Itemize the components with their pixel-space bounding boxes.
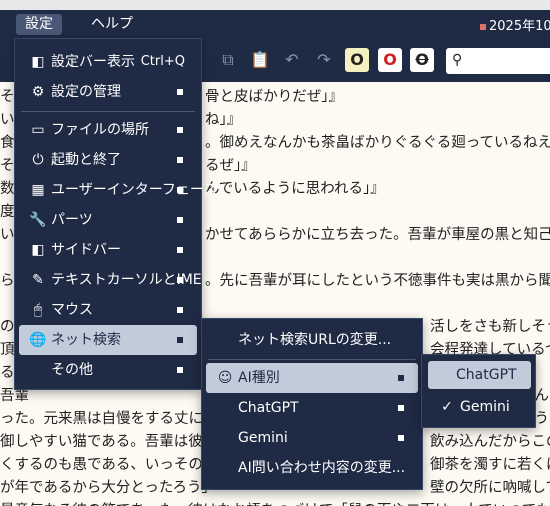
menu-item-label: その他	[51, 362, 93, 378]
menu-item-icon: 🌐	[29, 332, 47, 348]
menu-item-label: パーツ	[51, 212, 93, 228]
menu-item-label: Gemini	[238, 430, 288, 446]
status-dot	[480, 23, 486, 30]
submenu-arrow-icon	[177, 307, 183, 313]
submenu-arrow-icon	[398, 375, 404, 381]
menu-item-label: ChatGPT	[456, 367, 517, 383]
text-line: 。先に吾輩が耳にしたという不徳事件も実は黒から聞い	[205, 273, 550, 289]
submenu-arrow-icon	[177, 247, 183, 253]
copy-icon[interactable]: ⧉	[218, 50, 238, 70]
menu-item-label: ChatGPT	[238, 400, 299, 416]
o-yellow-button[interactable]: O	[345, 48, 369, 72]
menu-item-label: マウス	[51, 302, 93, 318]
menu-help[interactable]: ヘルプ	[82, 14, 142, 35]
check-icon: ✓	[441, 399, 453, 415]
menu-item-label: ファイルの場所	[51, 122, 149, 138]
net-search-menu-item[interactable]: ネット検索URLの変更...	[206, 325, 418, 355]
settings-menu-item[interactable]: ▦ ユーザーインターフェース	[19, 175, 217, 205]
ai-type-menu-item[interactable]: ChatGPT	[428, 361, 531, 389]
settings-menu-item[interactable]: 🌐 ネット検索	[19, 325, 197, 355]
menu-separator	[21, 111, 195, 112]
submenu-arrow-icon	[398, 435, 404, 441]
submenu-arrow-icon	[177, 367, 183, 373]
menu-item-label: 設定の管理	[51, 84, 121, 100]
ai-type-menu-item[interactable]: ✓ Gemini	[428, 393, 531, 421]
ai-icon: ☺	[217, 370, 233, 386]
submenu-arrow-icon	[177, 277, 183, 283]
settings-menu-item[interactable]: ⚙ 設定の管理	[19, 77, 197, 107]
menu-item-label: 設定バー表示	[51, 54, 135, 70]
net-search-menu-item[interactable]: Gemini	[206, 423, 418, 453]
submenu-arrow-icon	[177, 187, 183, 193]
menu-item-icon: 🖱	[33, 302, 43, 318]
settings-menu-item[interactable]: ▭ ファイルの場所	[19, 115, 197, 145]
menu-item-icon: ◧	[31, 54, 45, 70]
title-strip	[0, 0, 550, 10]
submenu-arrow-icon	[177, 217, 183, 223]
redo-icon[interactable]: ↷	[314, 50, 334, 70]
submenu-arrow-icon	[177, 89, 183, 95]
paste-icon[interactable]: 📋	[250, 50, 270, 70]
settings-menu-item[interactable]: その他	[19, 355, 197, 385]
menu-item-label: AI問い合わせ内容の変更...	[238, 460, 406, 476]
menu-settings[interactable]: 設定	[16, 14, 62, 35]
settings-menu-item[interactable]: ◧ 設定バー表示 Ctrl+Q	[19, 47, 197, 77]
settings-menu-item[interactable]: 🖱 マウス	[19, 295, 197, 325]
text-line: んでいるように思われる」』	[205, 181, 385, 197]
menu-item-label: 起動と終了	[51, 152, 121, 168]
net-search-menu-item[interactable]: ChatGPT	[206, 393, 418, 423]
settings-menu-item[interactable]: ⏻ 起動と終了	[19, 145, 197, 175]
date-display: 2025年10	[480, 15, 550, 34]
menu-item-icon: ⚙	[31, 84, 45, 100]
net-search-submenu: ネット検索URLの変更... ☺ AI種別 ChatGPT Gemini AI問い合わせ内…	[201, 318, 423, 490]
menu-item-label: AI種別	[238, 370, 280, 386]
settings-menu: ◧ 設定バー表示 Ctrl+Q ⚙ 設定の管理 ▭ ファイルの場所 ⏻ 起動と終了 ▦ ユーザーイン…	[14, 38, 217, 390]
search-input[interactable]: ⚲	[446, 48, 550, 74]
menu-item-icon: 🔧	[29, 212, 47, 228]
menu-item-label: サイドバー	[51, 242, 121, 258]
text-line: 。御めえなんかも茶畠ばかりぐるぐる廻っているねえで、	[205, 135, 550, 151]
menu-separator	[208, 359, 416, 360]
o-strike-button[interactable]: O	[410, 48, 434, 72]
menu-item-icon: ⏻	[32, 152, 44, 168]
text-line: 壁の欠所に吶喊して	[430, 480, 550, 496]
menu-item-icon: ✎	[32, 272, 44, 288]
undo-icon[interactable]: ↶	[282, 50, 302, 70]
menu-item-label: Gemini	[460, 399, 510, 415]
menu-item-icon: ◧	[31, 242, 45, 258]
ai-type-submenu: ChatGPT ✓ Gemini	[421, 354, 536, 428]
menu-bar: 設定 ヘルプ 2025年10	[0, 10, 550, 38]
settings-menu-item[interactable]: ✎ テキストカーソルとIME	[19, 265, 202, 295]
net-search-menu-item[interactable]: ☺ AI種別	[206, 363, 418, 393]
settings-menu-item[interactable]: ◧ サイドバー	[19, 235, 197, 265]
submenu-arrow-icon	[177, 157, 183, 163]
menu-item-icon: ▭	[31, 122, 45, 138]
menu-item-label: ネット検索	[51, 332, 121, 348]
search-icon: ⚲	[452, 52, 463, 68]
settings-menu-item[interactable]: 🔧 パーツ	[19, 205, 197, 235]
submenu-arrow-icon	[177, 127, 183, 133]
menu-item-icon: ▦	[31, 182, 45, 198]
text-line: かせてあららかに立ち去った。吾輩が車屋の黒と知己にな	[205, 227, 550, 243]
submenu-arrow-icon	[177, 337, 183, 343]
menu-item-label: ネット検索URLの変更...	[238, 332, 392, 348]
net-search-menu-item[interactable]: AI問い合わせ内容の変更...	[206, 453, 418, 483]
shortcut-label: Ctrl+Q	[140, 54, 185, 69]
submenu-arrow-icon	[398, 405, 404, 411]
menu-item-label: ユーザーインターフェース	[51, 182, 218, 198]
o-red-button[interactable]: O	[378, 48, 402, 72]
date-text: 2025年10	[489, 19, 550, 34]
